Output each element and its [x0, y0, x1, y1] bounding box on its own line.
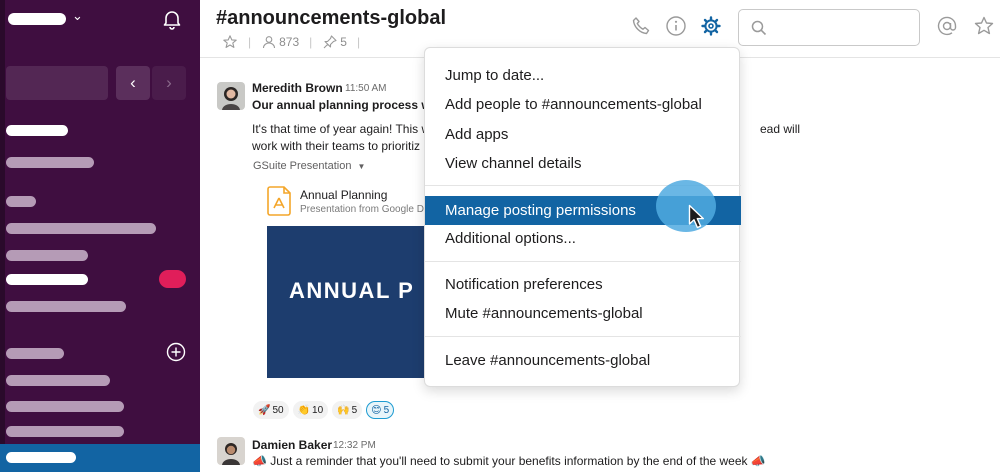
raised-hands-emoji: 🙌	[337, 404, 350, 416]
menu-item-mute[interactable]: Mute #announcements-global	[425, 299, 741, 328]
attachment-card[interactable]: Annual Planning Presentation from Google…	[267, 182, 430, 222]
channel-meta: | 873 | 5 |	[222, 34, 370, 50]
menu-item-view-details[interactable]: View channel details	[425, 149, 741, 178]
info-icon[interactable]	[665, 15, 687, 37]
unread-badge	[159, 270, 186, 288]
caret-down-icon[interactable]: ▼	[358, 162, 366, 171]
message-time[interactable]: 11:50 AM	[345, 83, 387, 94]
menu-item-notification-preferences[interactable]: Notification preferences	[425, 270, 741, 299]
sidebar-search[interactable]	[6, 66, 108, 100]
channel-title[interactable]: #announcements-global	[216, 7, 446, 30]
member-count[interactable]: 873	[279, 35, 299, 49]
message-bold-line: Our annual planning process will	[252, 98, 441, 112]
pin-count[interactable]: 5	[340, 35, 347, 49]
sidebar-item[interactable]	[6, 426, 124, 437]
search-icon	[751, 20, 767, 36]
workspace-name[interactable]	[8, 13, 66, 25]
menu-item-jump-to-date[interactable]: Jump to date...	[425, 61, 741, 90]
sidebar-item[interactable]	[6, 301, 126, 312]
sidebar-item[interactable]	[6, 274, 88, 285]
menu-divider	[425, 336, 741, 337]
reaction-raised-hands[interactable]: 🙌 5	[332, 401, 363, 419]
member-icon[interactable]	[261, 34, 277, 50]
reaction-count: 5	[351, 404, 358, 416]
search-input[interactable]	[738, 9, 920, 46]
sidebar-item[interactable]	[6, 250, 88, 261]
reaction-rocket[interactable]: 🚀 50	[253, 401, 289, 419]
back-arrow-icon[interactable]: ‹	[116, 66, 150, 100]
mention-icon[interactable]	[936, 15, 958, 37]
mouse-cursor-icon	[688, 204, 704, 229]
message-text: Just a reminder that you'll need to subm…	[270, 454, 748, 468]
reaction-count: 10	[312, 404, 324, 416]
slide-preview[interactable]: ANNUAL P	[267, 226, 427, 378]
star-icon[interactable]	[973, 15, 995, 37]
bell-icon[interactable]	[160, 7, 184, 31]
slides-file-icon	[267, 186, 291, 216]
pin-icon[interactable]	[322, 34, 338, 50]
message-author[interactable]: Damien Baker	[252, 438, 332, 452]
megaphone-emoji: 📣	[252, 454, 267, 468]
attachment-type-label: GSuite Presentation	[253, 160, 352, 172]
message-time[interactable]: 12:32 PM	[333, 440, 376, 451]
cursor-highlight	[656, 180, 716, 232]
sidebar-item-label	[6, 452, 76, 463]
menu-item-add-people[interactable]: Add people to #announcements-global	[425, 90, 741, 119]
attachment-title[interactable]: Annual Planning	[300, 188, 387, 202]
reaction-count: 5	[383, 404, 390, 416]
chevron-down-icon[interactable]: ⌄	[72, 8, 83, 24]
sidebar-item[interactable]	[6, 375, 110, 386]
sidebar-edge	[0, 0, 5, 472]
forward-arrow-icon[interactable]: ›	[152, 66, 186, 100]
reaction-smile[interactable]: 😊 5	[366, 401, 395, 419]
star-icon[interactable]	[222, 34, 238, 50]
slide-title: ANNUAL P	[289, 278, 415, 303]
message-body: 📣 Just a reminder that you'll need to su…	[252, 453, 766, 470]
gear-icon[interactable]	[700, 15, 722, 37]
smile-emoji: 😊	[371, 404, 382, 416]
sidebar-item[interactable]	[6, 348, 64, 359]
sidebar-item-selected[interactable]	[0, 444, 200, 472]
sidebar-item[interactable]	[6, 223, 156, 234]
avatar[interactable]	[217, 82, 245, 110]
phone-icon[interactable]	[630, 15, 652, 37]
megaphone-emoji: 📣	[750, 454, 766, 468]
sidebar-item[interactable]	[6, 125, 68, 136]
avatar[interactable]	[217, 437, 245, 465]
reaction-bar: 🚀 50 👏 10 🙌 5 😊 5	[253, 401, 395, 419]
sidebar-item[interactable]	[6, 401, 124, 412]
sidebar-item[interactable]	[6, 157, 94, 168]
message-body-tail: ead will	[760, 122, 801, 136]
message-body-line: work with their teams to prioritiz	[252, 139, 421, 153]
attachment-type[interactable]: GSuite Presentation ▼	[253, 160, 365, 172]
reaction-count: 50	[272, 404, 284, 416]
attachment-subtitle: Presentation from Google Do	[300, 204, 430, 215]
menu-item-leave[interactable]: Leave #announcements-global	[425, 346, 741, 375]
clap-emoji: 👏	[297, 404, 311, 416]
rocket-emoji: 🚀	[258, 404, 271, 416]
message-body-line: It's that time of year again! This w	[252, 122, 431, 136]
menu-divider	[425, 261, 741, 262]
message-author[interactable]: Meredith Brown	[252, 81, 343, 95]
menu-item-add-apps[interactable]: Add apps	[425, 120, 741, 149]
sidebar: ⌄ ‹ ›	[0, 0, 200, 472]
reaction-clap[interactable]: 👏 10	[292, 401, 329, 419]
add-circle-icon[interactable]	[166, 342, 186, 362]
sidebar-item[interactable]	[6, 196, 36, 207]
